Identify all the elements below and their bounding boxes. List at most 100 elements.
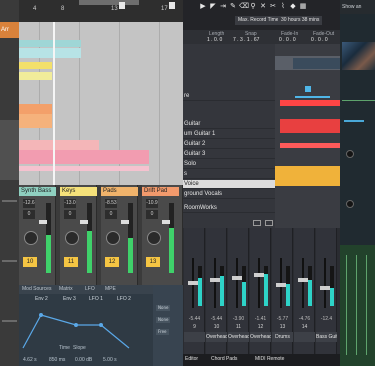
cycle-marker[interactable] (305, 86, 311, 92)
track-header[interactable]: Guitar 3 (183, 150, 275, 159)
tab-lfo[interactable]: LFO (85, 286, 95, 292)
strip-name[interactable] (184, 332, 205, 342)
track-header[interactable]: re (183, 92, 275, 101)
clip-pink[interactable] (19, 140, 99, 150)
pan-knob[interactable] (106, 231, 120, 245)
fader-handle[interactable] (254, 273, 264, 277)
track-header[interactable]: Guitar (183, 120, 275, 129)
clip-orange[interactable] (19, 104, 52, 114)
track-number[interactable]: 11 (64, 257, 78, 267)
pan-readout[interactable]: 0 (146, 210, 158, 219)
audio-event-red[interactable] (280, 143, 340, 148)
pencil-tool-icon[interactable]: ✎ (229, 2, 237, 12)
clip-yellow[interactable] (19, 72, 52, 80)
env-value[interactable]: 4.62 s (23, 357, 37, 363)
fader-handle[interactable] (188, 280, 198, 285)
env3-tab[interactable]: Env 3 (63, 296, 76, 302)
knob[interactable] (346, 150, 354, 158)
mode-button[interactable]: None (156, 305, 171, 311)
track-settings-icon[interactable] (253, 220, 261, 226)
volume-readout[interactable]: -12.6 (23, 199, 35, 208)
track-number[interactable]: 12 (105, 257, 119, 267)
env-value[interactable]: 5.00 s (103, 357, 117, 363)
lfo2-tab[interactable]: LFO 2 (117, 296, 131, 302)
sidebar-tab-active[interactable]: Arr (0, 22, 19, 38)
info-value-fade-in[interactable]: 0 . 0 . 0 (279, 37, 296, 43)
track-header[interactable]: Guitar 2 (183, 140, 275, 149)
pan-readout[interactable]: 0 (105, 210, 117, 219)
mute-tool-icon[interactable]: ✕ (259, 2, 267, 12)
pan-knob[interactable] (24, 231, 38, 245)
audio-event-orange[interactable] (275, 166, 340, 186)
volume-readout[interactable]: -3.90 (229, 316, 248, 323)
loop-brace[interactable] (79, 0, 139, 5)
audio-event-red[interactable] (280, 100, 340, 106)
channel-name[interactable]: Drift Pad (142, 187, 179, 196)
volume-readout[interactable]: -5.44 (185, 316, 204, 323)
track-number[interactable]: 13 (146, 257, 160, 267)
clip-pink[interactable] (19, 166, 149, 171)
video-thumbnail[interactable] (293, 58, 340, 69)
volume-readout[interactable]: -8.53 (105, 199, 117, 208)
locator-marker[interactable] (119, 2, 125, 9)
tab-matrix[interactable]: Matrix (59, 286, 73, 292)
volume-readout[interactable]: -4.76 (295, 316, 314, 323)
zoom-tool-icon[interactable]: ⚲ (249, 2, 257, 12)
fader-handle[interactable] (210, 278, 220, 282)
pan-knob[interactable] (65, 231, 79, 245)
select-tool-icon[interactable]: ◤ (209, 2, 217, 12)
mode-button[interactable]: None (156, 317, 171, 323)
track-header[interactable]: RoomWorks (183, 204, 275, 213)
fader-handle[interactable] (276, 283, 286, 287)
track-header[interactable]: ground Vocals (183, 190, 275, 199)
fader-handle[interactable] (39, 220, 47, 224)
fader-handle[interactable] (320, 285, 330, 290)
strip-name[interactable]: Overhead L (206, 332, 227, 342)
info-value-snap[interactable]: 7 . 3 . 1 . 67 (233, 37, 259, 43)
grid-tool-icon[interactable]: ▦ (299, 2, 307, 12)
track-header[interactable]: Solo (183, 160, 275, 169)
volume-readout[interactable]: -1.41 (251, 316, 270, 323)
track-expand-icon[interactable] (265, 220, 273, 226)
envelope-graph[interactable] (21, 303, 151, 353)
env2-tab[interactable]: Env 2 (35, 296, 48, 302)
clip-orange[interactable] (19, 114, 52, 128)
track-header-selected[interactable]: Voice (183, 180, 275, 189)
strip-name[interactable] (294, 332, 315, 342)
clip-pink[interactable] (19, 150, 149, 164)
audio-event-red[interactable] (280, 119, 340, 133)
right-top-label[interactable]: Show an (340, 0, 375, 14)
fader-handle[interactable] (162, 220, 170, 224)
channel-name[interactable]: Synth Bass (19, 187, 56, 196)
clip-cyan[interactable] (19, 40, 81, 47)
fader-handle[interactable] (232, 275, 242, 280)
tab-chord-pads[interactable]: Chord Pads (211, 356, 237, 362)
tab-mpe[interactable]: MPE (105, 286, 116, 292)
volume-readout[interactable]: -13.0 (64, 199, 76, 208)
tab-mod-sources[interactable]: Mod Sources (22, 286, 51, 292)
pan-knob[interactable] (147, 231, 161, 245)
pan-readout[interactable]: 0 (23, 210, 35, 219)
eraser-tool-icon[interactable]: ⌫ (239, 2, 249, 12)
timeline-ruler[interactable]: 4 8 13 17 (19, 0, 183, 22)
fader-handle[interactable] (80, 220, 88, 224)
track-number[interactable]: 10 (23, 257, 37, 267)
event-lanes[interactable] (275, 44, 340, 228)
split-tool-icon[interactable]: ⌇ (279, 2, 287, 12)
fader-handle[interactable] (121, 220, 129, 224)
tab-editor[interactable]: Editor (185, 356, 198, 362)
arrangement-view[interactable] (19, 22, 183, 185)
volume-readout[interactable]: -5.44 (207, 316, 226, 323)
strip-name[interactable]: Overheads (250, 332, 271, 342)
volume-readout[interactable]: -5.77 (273, 316, 292, 323)
strip-name[interactable]: Drums (272, 332, 293, 342)
track-header[interactable]: s (183, 170, 275, 179)
pointer-tool-icon[interactable]: ▶ (199, 2, 207, 12)
glue-tool-icon[interactable]: ✂ (269, 2, 277, 12)
channel-name[interactable]: Pads (101, 187, 138, 196)
tab-midi-remote[interactable]: MIDI Remote (255, 356, 284, 362)
track-header[interactable]: um Guitar 1 (183, 130, 275, 139)
volume-readout[interactable]: -12.4 (317, 316, 336, 323)
info-value-length[interactable]: 1 . 0. 0 (207, 37, 222, 43)
pan-readout[interactable]: 0 (64, 210, 76, 219)
